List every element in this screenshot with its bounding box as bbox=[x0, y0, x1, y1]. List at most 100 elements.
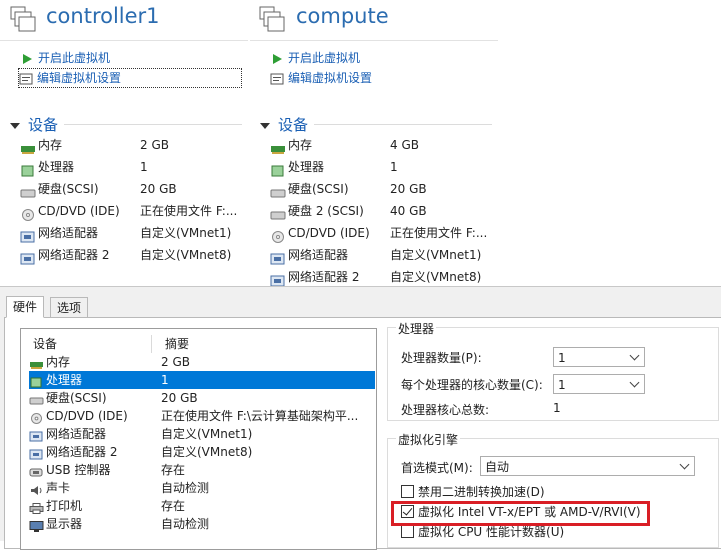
network-icon bbox=[270, 250, 286, 264]
device-row[interactable]: CD/DVD (IDE) bbox=[20, 200, 120, 222]
device-row[interactable]: 网络适配器 bbox=[20, 222, 98, 244]
cpu-icon bbox=[20, 162, 36, 176]
devices-section-header[interactable]: 设备 bbox=[260, 114, 308, 135]
device-row[interactable]: 网络适配器 2 bbox=[20, 244, 109, 266]
highlight-annotation-box bbox=[391, 501, 650, 526]
total-cores-label: 处理器核心总数: bbox=[401, 403, 490, 417]
device-value: 自定义(VMnet8) bbox=[140, 248, 232, 262]
vm-icon bbox=[8, 4, 38, 34]
list-item[interactable]: USB 控制器 存在 bbox=[29, 461, 374, 479]
processor-group: 处理器 处理器数量(P): 1 每个处理器的核心数量(C): 1 处理器核心总数… bbox=[387, 320, 719, 421]
usb-icon bbox=[29, 465, 44, 477]
device-row[interactable]: 处理器 bbox=[20, 156, 74, 178]
list-header: 设备 摘要 bbox=[33, 335, 378, 353]
collapse-triangle-icon bbox=[260, 122, 270, 129]
column-header-device[interactable]: 设备 bbox=[33, 337, 57, 351]
chevron-down-icon bbox=[629, 377, 640, 388]
vm-title: controller1 bbox=[46, 4, 160, 28]
device-value: 正在使用文件 F:... bbox=[390, 226, 488, 240]
device-row[interactable]: 处理器 bbox=[270, 156, 324, 178]
cpu-icon bbox=[270, 162, 286, 176]
cd-dvd-icon bbox=[29, 411, 44, 424]
edit-vm-settings-link[interactable]: 编辑虚拟机设置 bbox=[270, 69, 372, 87]
processor-count-label: 处理器数量(P): bbox=[401, 351, 482, 365]
list-item[interactable]: 打印机 存在 bbox=[29, 497, 374, 515]
list-item-selected[interactable]: 处理器 1 bbox=[29, 371, 375, 389]
cd-dvd-icon bbox=[270, 228, 286, 243]
virtualization-engine-group: 虚拟化引擎 首选模式(M): 自动 禁用二进制转换加速(D) 虚拟化 Intel… bbox=[387, 431, 719, 548]
total-cores-value: 1 bbox=[553, 401, 561, 415]
device-row[interactable]: 网络适配器 bbox=[270, 244, 348, 266]
device-row[interactable]: CD/DVD (IDE) bbox=[270, 222, 370, 244]
network-icon bbox=[20, 250, 36, 264]
device-value: 正在使用文件 F:... bbox=[140, 204, 238, 218]
title-divider bbox=[250, 40, 498, 41]
chevron-down-icon bbox=[679, 459, 690, 470]
harddisk-icon bbox=[270, 184, 286, 197]
device-row[interactable]: 网络适配器 2 bbox=[270, 266, 359, 288]
vm-icon bbox=[257, 4, 287, 34]
list-item[interactable]: 网络适配器 自定义(VMnet1) bbox=[29, 425, 374, 443]
device-value: 自定义(VMnet8) bbox=[390, 270, 482, 284]
column-divider bbox=[151, 335, 152, 353]
list-item[interactable]: 网络适配器 2 自定义(VMnet8) bbox=[29, 443, 374, 461]
display-icon bbox=[29, 519, 44, 532]
list-item[interactable]: 硬盘(SCSI) 20 GB bbox=[29, 389, 374, 407]
title-divider bbox=[0, 40, 248, 41]
collapse-triangle-icon bbox=[10, 122, 20, 129]
cpu-icon bbox=[29, 375, 44, 388]
device-row[interactable]: 硬盘(SCSI) bbox=[270, 178, 349, 200]
group-title: 虚拟化引擎 bbox=[396, 431, 461, 448]
preferred-mode-select[interactable]: 自动 bbox=[480, 456, 695, 476]
processor-count-select[interactable]: 1 bbox=[553, 347, 645, 367]
cd-dvd-icon bbox=[20, 206, 36, 221]
harddisk-icon bbox=[270, 206, 286, 219]
network-icon bbox=[29, 429, 44, 442]
device-row[interactable]: 内存 bbox=[20, 134, 62, 156]
device-value: 2 GB bbox=[140, 138, 169, 152]
device-value: 1 bbox=[140, 160, 148, 174]
device-value: 40 GB bbox=[390, 204, 427, 218]
device-value: 20 GB bbox=[390, 182, 427, 196]
play-icon bbox=[270, 52, 286, 66]
device-value: 自定义(VMnet1) bbox=[390, 248, 482, 262]
settings-icon bbox=[270, 72, 286, 86]
edit-vm-settings-link[interactable]: 编辑虚拟机设置 bbox=[18, 68, 242, 88]
device-value: 4 GB bbox=[390, 138, 419, 152]
list-item[interactable]: 内存 2 GB bbox=[29, 353, 374, 371]
vm-title: compute bbox=[296, 4, 389, 28]
device-row[interactable]: 硬盘(SCSI) bbox=[20, 178, 99, 200]
tab-hardware[interactable]: 硬件 bbox=[6, 296, 45, 318]
memory-icon bbox=[270, 140, 286, 154]
vm-settings-dialog: 硬件 选项 设备 摘要 内存 2 GB 处理器 1 硬盘(SCSI) 20 GB CD… bbox=[0, 286, 721, 550]
printer-icon bbox=[29, 501, 44, 514]
device-value: 自定义(VMnet1) bbox=[140, 226, 232, 240]
device-row[interactable]: 内存 bbox=[270, 134, 312, 156]
list-item[interactable]: 声卡 自动检测 bbox=[29, 479, 374, 497]
tab-options[interactable]: 选项 bbox=[50, 297, 89, 318]
memory-icon bbox=[20, 140, 36, 154]
checkbox[interactable] bbox=[401, 485, 414, 498]
list-item[interactable]: CD/DVD (IDE) 正在使用文件 F:\云计算基础架构平... bbox=[29, 407, 374, 425]
hardware-list[interactable]: 设备 摘要 内存 2 GB 处理器 1 硬盘(SCSI) 20 GB CD/DVD (… bbox=[20, 328, 377, 550]
section-divider bbox=[64, 124, 242, 125]
column-header-summary[interactable]: 摘要 bbox=[165, 335, 189, 353]
power-on-vm-link[interactable]: 开启此虚拟机 bbox=[20, 49, 110, 67]
settings-icon bbox=[19, 72, 35, 86]
harddisk-icon bbox=[29, 393, 44, 405]
play-icon bbox=[20, 52, 36, 66]
network-icon bbox=[29, 447, 44, 460]
sound-icon bbox=[29, 483, 44, 495]
harddisk-icon bbox=[20, 184, 36, 197]
list-item[interactable]: 显示器 自动检测 bbox=[29, 515, 374, 533]
cores-per-processor-label: 每个处理器的核心数量(C): bbox=[401, 378, 543, 392]
checkbox[interactable] bbox=[401, 525, 414, 538]
memory-icon bbox=[29, 357, 44, 369]
device-row[interactable]: 硬盘 2 (SCSI) bbox=[270, 200, 364, 222]
network-icon bbox=[20, 228, 36, 242]
preferred-mode-label: 首选模式(M): bbox=[401, 461, 473, 475]
power-on-vm-link[interactable]: 开启此虚拟机 bbox=[270, 49, 360, 67]
devices-section-header[interactable]: 设备 bbox=[10, 114, 58, 135]
device-value: 1 bbox=[390, 160, 398, 174]
cores-per-processor-select[interactable]: 1 bbox=[553, 374, 645, 394]
